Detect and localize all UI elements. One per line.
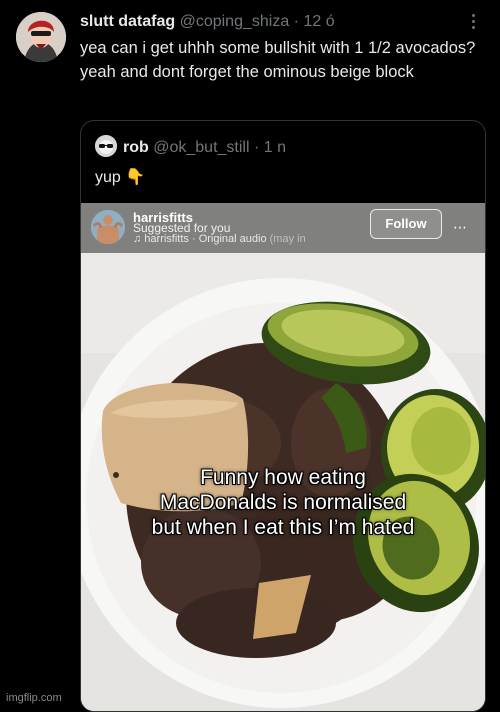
quoted-tweet[interactable]: rob @ok_but_still · 1 n yup 👇 harrisfitt…: [80, 120, 486, 712]
caption-line: Funny how eating: [200, 466, 366, 489]
author-handle[interactable]: @coping_shiza: [180, 13, 290, 30]
ig-audio-faint: (may in: [269, 233, 306, 245]
quote-header: rob @ok_but_still · 1 n: [95, 135, 286, 158]
sunglasses-avatar-icon: [95, 135, 117, 157]
avatar-illustration: [16, 12, 66, 62]
quote-display-name[interactable]: rob: [123, 139, 149, 156]
ig-avatar[interactable]: [91, 210, 125, 244]
header-separator: ·: [293, 13, 299, 30]
author-display-name[interactable]: slutt datafag: [80, 13, 175, 30]
food-bowl-photo: [81, 203, 485, 711]
quoted-media[interactable]: harrisfitts Suggested for you ♫ harrisfi…: [81, 203, 485, 711]
follow-button[interactable]: Follow: [370, 209, 442, 239]
ig-audio-text: ♫ harrisfitts · Original audio: [133, 233, 267, 245]
tweet-text: yea can i get uhhh some bullshit with 1 …: [80, 39, 476, 81]
quote-text: yup 👇: [95, 169, 146, 186]
quote-time[interactable]: 1 n: [264, 139, 286, 156]
tweet[interactable]: slutt datafag @coping_shiza · 12 ó yea c…: [0, 0, 500, 712]
flexing-avatar-icon: [91, 210, 125, 244]
tweet-time[interactable]: 12 ó: [303, 13, 334, 30]
video-caption: Funny how eating MacDonalds is normalise…: [91, 465, 475, 540]
quote-author-avatar[interactable]: [95, 135, 117, 157]
imgflip-watermark: imgflip.com: [6, 692, 62, 704]
author-avatar[interactable]: [16, 12, 66, 62]
quote-handle[interactable]: @ok_but_still: [153, 139, 249, 156]
caption-line: MacDonalds is normalised: [159, 491, 407, 514]
quote-separator: ·: [253, 139, 260, 156]
more-options-icon[interactable]: [472, 14, 478, 32]
ig-more-icon[interactable]: ⋯: [453, 219, 468, 236]
caption-line: but when I eat this I’m hated: [151, 516, 415, 539]
ig-audio-label: ♫ harrisfitts · Original audio (may in: [133, 233, 306, 245]
tweet-header: slutt datafag @coping_shiza · 12 ó: [80, 12, 335, 32]
